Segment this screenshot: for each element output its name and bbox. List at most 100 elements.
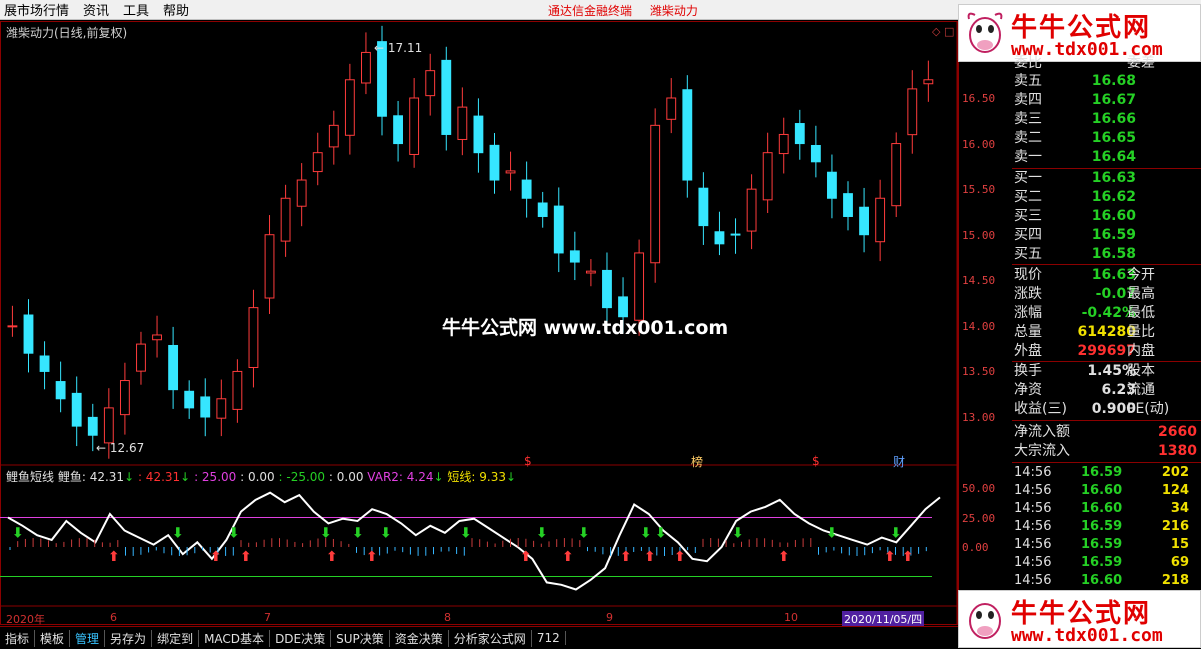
candle-body (730, 233, 741, 236)
candle-body (891, 143, 902, 207)
sell-row: 卖三 16.66 (1014, 111, 1136, 127)
indicator-name: 鲤鱼短线 (6, 470, 55, 484)
tab-save-as[interactable]: 另存为 (105, 629, 153, 647)
sell-row: 卖四 16.67 (1014, 92, 1136, 108)
sell-signal-icon: ⬇ (536, 526, 548, 542)
menu-tools[interactable]: 工具 (119, 0, 159, 19)
candle-body (682, 89, 693, 181)
sell-signal-icon: ⬇ (640, 526, 652, 542)
candle-body (827, 171, 837, 199)
candle-body (634, 252, 645, 321)
sell-signal-icon: ⬇ (578, 526, 590, 542)
candle-body (7, 325, 18, 328)
sell-signal-icon: ⬇ (352, 526, 364, 542)
flow-row: 净流入额 2660 (1014, 424, 1197, 440)
candle-body (200, 396, 211, 418)
tab-fund[interactable]: 资金决策 (390, 629, 449, 647)
candle-body (521, 179, 532, 199)
candle-body (457, 106, 468, 140)
candle-body (698, 187, 709, 227)
sell-row: 卖二 16.65 (1014, 130, 1136, 146)
candle-body (264, 234, 275, 299)
tab-bind-to[interactable]: 绑定到 (152, 629, 200, 647)
tab-analyst[interactable]: 分析家公式网 (449, 629, 532, 647)
tick-row: 14:56 16.60 218 (1014, 573, 1189, 588)
cow-logo-icon (969, 603, 1001, 639)
sell-signal-icon: ⬇ (228, 526, 240, 542)
candle-body (409, 97, 420, 155)
menu-help[interactable]: 帮助 (159, 0, 199, 19)
candle-body (39, 355, 50, 372)
candle-body (55, 381, 66, 400)
event-marker[interactable]: $ (812, 454, 820, 468)
current-date: 2020/11/05/四 (842, 611, 925, 627)
stat-row: 收益(三) 0.900 PE(动) (1014, 401, 1170, 417)
indicator-v2: : 42.31 (137, 470, 181, 484)
tab-indicator[interactable]: 指标 (0, 629, 36, 647)
event-marker[interactable]: 榜 (691, 453, 703, 470)
indicator-v5: : -25.00 (278, 470, 326, 484)
candle-body (216, 398, 227, 419)
candle-body (875, 197, 886, 243)
flow-row: 大宗流入 1380 (1014, 443, 1197, 459)
brand-logo-bottom: 牛牛公式网 www.tdx001.com (958, 590, 1201, 648)
stat-row: 涨跌 -0.07 最高 (1014, 286, 1155, 302)
candle-body (312, 152, 323, 173)
candle-body (810, 144, 821, 163)
tab-macd[interactable]: MACD基本 (199, 629, 271, 647)
candle-body (778, 133, 789, 155)
buy-signal-icon: ⬆ (902, 549, 914, 565)
candle-body (553, 205, 564, 254)
buy-row: 买二 16.62 (1014, 189, 1136, 205)
candle-body (923, 79, 934, 85)
buy-row: 买三 16.60 (1014, 208, 1136, 224)
candle-body (794, 123, 805, 145)
candle-body (473, 115, 484, 154)
buy-signal-icon: ⬆ (210, 549, 222, 565)
candle-body (714, 231, 725, 245)
candle-body (585, 270, 596, 274)
buy-row: 买四 16.59 (1014, 227, 1136, 243)
event-marker[interactable]: 财 (893, 453, 905, 470)
candle-body (505, 170, 516, 174)
app-name: 通达信金融终端 (548, 4, 633, 18)
candle-body (119, 380, 130, 416)
indicator-short: 短线: 9.33 (447, 470, 506, 484)
candle-body (746, 188, 757, 232)
event-marker[interactable]: $ (524, 454, 532, 468)
tab-manage[interactable]: 管理 (70, 629, 106, 647)
sell-signal-icon: ⬇ (12, 526, 24, 542)
sell-signal-icon: ⬇ (320, 526, 332, 542)
tab-712[interactable]: 712 (532, 631, 566, 645)
menu-news[interactable]: 资讯 (79, 0, 119, 19)
indicator-carp: 鲤鱼: 42.31 (57, 470, 125, 484)
window-title: 通达信金融终端 潍柴动力 (548, 2, 712, 19)
tab-dde[interactable]: DDE决策 (270, 629, 332, 647)
tick-row: 14:56 16.59 69 (1014, 555, 1189, 570)
candle-body (232, 370, 243, 410)
candle-body (393, 115, 403, 145)
sell-row: 卖一 16.64 (1014, 149, 1136, 165)
stat-row: 换手 1.45% 股本 (1014, 363, 1155, 379)
candle-body (344, 79, 355, 136)
candle-body (907, 88, 918, 136)
candle-body (280, 197, 291, 242)
stat-row: 现价 16.63 今开 (1014, 267, 1155, 283)
candle-body (537, 202, 548, 217)
buy-signal-icon: ⬆ (108, 549, 120, 565)
stat-row: 外盘 299697 内盘 (1014, 343, 1155, 359)
tab-template[interactable]: 模板 (35, 629, 71, 647)
tick-row: 14:56 16.59 202 (1014, 465, 1189, 480)
candle-body (441, 59, 452, 135)
candle-body (859, 206, 869, 236)
stock-name: 潍柴动力 (649, 4, 698, 18)
buy-row: 买一 16.63 (1014, 170, 1136, 186)
sell-signal-icon: ⬇ (890, 526, 902, 542)
tick-row: 14:56 16.60 124 (1014, 483, 1189, 498)
logo-url: www.tdx001.com (1011, 625, 1163, 646)
menu-market[interactable]: 展市场行情 (0, 0, 79, 19)
candle-body (425, 70, 436, 97)
tab-sup[interactable]: SUP决策 (331, 629, 390, 647)
candle-body (296, 179, 307, 207)
tick-row: 14:56 16.59 15 (1014, 537, 1189, 552)
